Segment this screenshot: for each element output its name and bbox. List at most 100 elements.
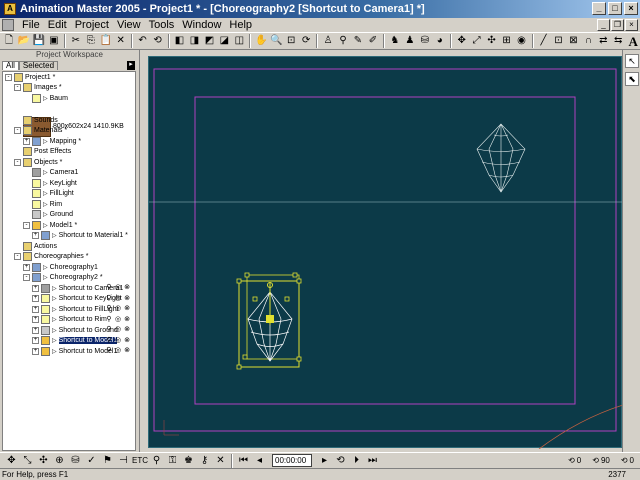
group-icon[interactable]: ⊕: [52, 453, 67, 468]
collapse-icon[interactable]: -: [14, 158, 21, 166]
tree-item[interactable]: - ▷ Model1 *: [23, 220, 77, 230]
magnet-icon[interactable]: ∩: [581, 34, 595, 49]
tree-item[interactable]: + ▷ Choreography1: [23, 262, 98, 272]
bucket-icon[interactable]: ⛁: [418, 34, 432, 49]
visibility-icon[interactable]: ◎: [114, 284, 122, 292]
expand-icon[interactable]: +: [32, 284, 39, 292]
expand-icon[interactable]: +: [23, 137, 30, 145]
select-arrow-icon[interactable]: ↖: [625, 54, 639, 68]
etc-label[interactable]: ETC: [132, 456, 148, 465]
save-icon[interactable]: 💾: [32, 34, 46, 49]
next-frame-icon[interactable]: ▸: [317, 453, 332, 468]
render-quick-icon[interactable]: ◫: [232, 34, 246, 49]
text-icon[interactable]: A: [626, 34, 640, 49]
figure-mode-icon[interactable]: ♚: [181, 453, 196, 468]
app-icon[interactable]: A: [4, 3, 16, 15]
visibility-icon[interactable]: ◎: [114, 347, 122, 355]
tree-item[interactable]: ▷ Ground: [23, 210, 73, 220]
play-icon[interactable]: ⏵: [349, 453, 364, 468]
collapse-icon[interactable]: -: [14, 127, 21, 135]
render-toggle-icon[interactable]: ⊗: [123, 284, 131, 292]
render-toggle-icon[interactable]: ⊗: [123, 337, 131, 345]
menu-view[interactable]: View: [113, 19, 145, 31]
pen-icon[interactable]: ✐: [366, 34, 380, 49]
tree-item[interactable]: ▷ Camera1: [23, 168, 78, 178]
lock-icon[interactable]: ⊠: [566, 34, 580, 49]
project-tree[interactable]: 800x602x24 1410.9KB - Project1 * - Images *…: [2, 71, 136, 451]
render-toggle-icon[interactable]: ⊗: [123, 347, 131, 355]
bone-toggle-icon[interactable]: ⚲: [105, 337, 113, 345]
collapse-icon[interactable]: -: [23, 221, 30, 229]
tree-item[interactable]: Actions: [14, 241, 57, 251]
tab-selected[interactable]: Selected: [18, 61, 59, 70]
render-lock-icon[interactable]: ◨: [187, 34, 201, 49]
flag-icon[interactable]: ⚑: [100, 453, 115, 468]
fill-icon[interactable]: ◕: [433, 34, 447, 49]
expand-icon[interactable]: +: [32, 295, 39, 303]
loop-icon[interactable]: ⟲: [333, 453, 348, 468]
walk-icon[interactable]: ♟: [403, 34, 417, 49]
render-shaded-icon[interactable]: ◩: [202, 34, 216, 49]
key-icon[interactable]: ⊣: [116, 453, 131, 468]
tree-item[interactable]: ▷ KeyLight: [23, 178, 77, 188]
collapse-icon[interactable]: -: [5, 73, 12, 81]
render-icon[interactable]: ◧: [173, 34, 187, 49]
open-icon[interactable]: 📂: [17, 34, 31, 49]
tab-all[interactable]: All: [2, 61, 19, 70]
snap-icon[interactable]: ⊡: [551, 34, 565, 49]
mdi-minimize-button[interactable]: _: [597, 19, 610, 31]
scale-obj-icon[interactable]: ⤡: [20, 453, 35, 468]
collapse-icon[interactable]: -: [14, 84, 21, 92]
delete-key-icon[interactable]: ✕: [213, 453, 228, 468]
timecode-field[interactable]: 00:00:00: [272, 454, 312, 467]
bone-toggle-icon[interactable]: ⚲: [105, 347, 113, 355]
menu-edit[interactable]: Edit: [44, 19, 71, 31]
visibility-icon[interactable]: ◎: [114, 295, 122, 303]
tree-item[interactable]: - Project1 *: [5, 72, 55, 82]
render-toggle-icon[interactable]: ⊗: [123, 305, 131, 313]
tree-item[interactable]: + ▷ Shortcut to Rim: [32, 315, 107, 325]
expand-icon[interactable]: +: [23, 263, 30, 271]
bone-toggle-icon[interactable]: ⚲: [105, 305, 113, 313]
bone-toggle-icon[interactable]: ⚲: [105, 316, 113, 324]
tree-item[interactable]: + ▷ Mapping *: [23, 136, 81, 146]
zoom-icon[interactable]: 🔍: [269, 34, 283, 49]
close-button[interactable]: ×: [624, 2, 638, 15]
paste-icon[interactable]: 📋: [99, 34, 113, 49]
collapse-icon[interactable]: -: [14, 253, 21, 261]
scale-icon[interactable]: ⤢: [470, 34, 484, 49]
last-frame-icon[interactable]: ⏭: [365, 453, 380, 468]
first-frame-icon[interactable]: ⏮: [236, 453, 251, 468]
hand-icon[interactable]: ✋: [254, 34, 268, 49]
select-group-icon[interactable]: ⬉: [625, 72, 639, 86]
collapse-icon[interactable]: -: [23, 274, 30, 282]
flip-icon[interactable]: ⇄: [596, 34, 610, 49]
undo-icon[interactable]: ↶: [136, 34, 150, 49]
key-mode-icon[interactable]: ⚷: [197, 453, 212, 468]
redo-icon[interactable]: ⟲: [151, 34, 165, 49]
menu-help[interactable]: Help: [225, 19, 256, 31]
choreography-viewport[interactable]: [148, 56, 623, 449]
tree-item[interactable]: ▷ Baum: [23, 93, 68, 103]
expand-icon[interactable]: +: [32, 316, 39, 324]
menu-project[interactable]: Project: [71, 19, 113, 31]
new-icon[interactable]: 🗋: [2, 34, 16, 49]
tree-item[interactable]: ▷ Rim: [23, 199, 62, 209]
line-icon[interactable]: ╱: [537, 34, 551, 49]
tree-item[interactable]: Post Effects: [14, 147, 71, 157]
figure-icon[interactable]: ♙: [321, 34, 335, 49]
bake-icon[interactable]: ⛁: [68, 453, 83, 468]
minimize-button[interactable]: _: [592, 2, 606, 15]
render-toggle-icon[interactable]: ⊗: [123, 295, 131, 303]
delete-icon[interactable]: ✕: [114, 34, 128, 49]
tab-arrow-icon[interactable]: ▸: [127, 61, 135, 70]
expand-icon[interactable]: +: [32, 326, 39, 334]
zoom-fit-icon[interactable]: ⊡: [284, 34, 298, 49]
menu-window[interactable]: Window: [178, 19, 225, 31]
menu-file[interactable]: File: [18, 19, 44, 31]
tree-item[interactable]: - Objects *: [14, 157, 62, 167]
animate-icon[interactable]: ♞: [388, 34, 402, 49]
tree-item[interactable]: - ▷ Choreography2 *: [23, 273, 103, 283]
render-toggle-icon[interactable]: ⊗: [123, 326, 131, 334]
visibility-icon[interactable]: ◎: [114, 316, 122, 324]
